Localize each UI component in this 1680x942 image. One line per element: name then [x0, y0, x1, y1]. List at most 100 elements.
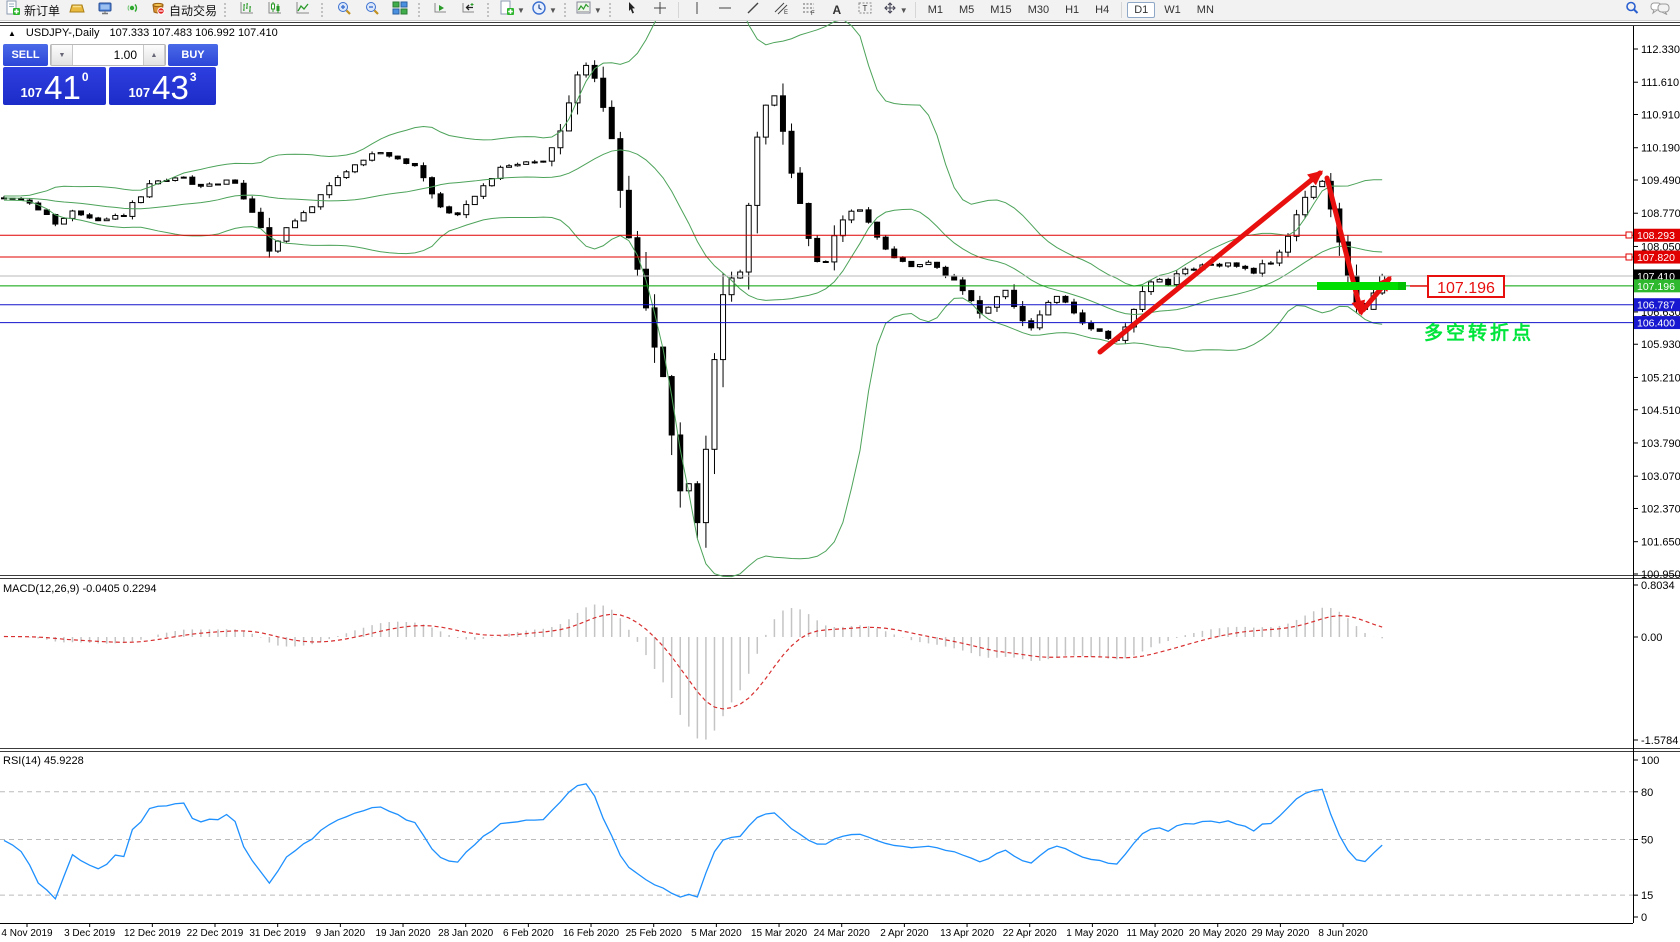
- candle-body: [1173, 273, 1180, 286]
- date-axis-label: 20 May 2020: [1189, 928, 1247, 939]
- ask-quote[interactable]: 107 43 3: [109, 67, 216, 105]
- bar-chart-button[interactable]: [233, 0, 261, 20]
- signals-button[interactable]: [119, 0, 147, 20]
- date-axis-label: 16 Feb 2020: [563, 928, 620, 939]
- timeframe-button-M1[interactable]: M1: [921, 2, 950, 18]
- candle-body: [968, 290, 975, 302]
- timeframe-button-M5[interactable]: M5: [952, 2, 981, 18]
- indicators-dropdown[interactable]: ▼: [573, 0, 605, 20]
- new-chart-dropdown[interactable]: ▼: [496, 0, 528, 20]
- price-axis-label: 101.650: [1641, 537, 1680, 549]
- line-chart-icon: [295, 0, 311, 21]
- candle-body: [1319, 180, 1326, 188]
- candle-body: [1028, 320, 1035, 329]
- zoom-in-icon: [336, 0, 352, 21]
- fibonacci-tool[interactable]: F: [795, 0, 823, 20]
- line-handle-marker: [1625, 253, 1633, 261]
- new-order-label: 新订单: [24, 3, 61, 18]
- horizontal-line-tool[interactable]: [711, 0, 739, 20]
- auto-scroll-button[interactable]: [427, 0, 455, 20]
- sell-button[interactable]: SELL: [3, 44, 48, 66]
- rsi-label: RSI(14) 45.9228: [3, 755, 84, 767]
- buy-button[interactable]: BUY: [168, 44, 218, 66]
- dropdown-arrow-icon: ▼: [517, 5, 525, 15]
- chart-canvas[interactable]: 112.330 111.610 110.910 110.190 109.490 108.7…: [0, 0, 1680, 942]
- chart-ohlc-values: 107.333 107.483 106.992 107.410: [109, 27, 278, 39]
- candle-body: [471, 195, 478, 206]
- volume-increase-button[interactable]: ▲: [143, 45, 165, 65]
- text-label-tool[interactable]: T: [851, 0, 879, 20]
- candle-body: [677, 434, 684, 492]
- candle-body: [1096, 328, 1103, 332]
- candle-body: [283, 227, 290, 242]
- candle-body: [1156, 278, 1163, 283]
- candle-body: [779, 95, 786, 132]
- rsi-axis-label: 15: [1641, 890, 1653, 902]
- tile-windows-button[interactable]: [386, 0, 414, 20]
- period-dropdown[interactable]: ▼: [528, 0, 560, 20]
- date-axis[interactable]: 4 Nov 2019 3 Dec 2019 12 Dec 2019 22 Dec 20…: [1, 923, 1368, 939]
- macd-axis[interactable]: 0.8034 0.00 -1.5784: [1633, 580, 1678, 747]
- date-axis-label: 4 Nov 2019: [1, 928, 53, 939]
- bid-quote[interactable]: 107 41 0: [3, 67, 106, 105]
- timeframe-button-M30[interactable]: M30: [1021, 2, 1056, 18]
- candle-body: [634, 237, 641, 270]
- chat-button[interactable]: [1646, 0, 1674, 20]
- candle-body: [959, 279, 966, 292]
- candlestick-chart-button[interactable]: [261, 0, 289, 20]
- bar-chart-icon: [239, 0, 255, 21]
- zoom-out-button[interactable]: [358, 0, 386, 20]
- trendline-tool[interactable]: [739, 0, 767, 20]
- date-axis-label: 5 Mar 2020: [691, 928, 742, 939]
- candle-body: [411, 162, 418, 167]
- timeframe-button-H4[interactable]: H4: [1088, 2, 1116, 18]
- timeframe-button-W1[interactable]: W1: [1157, 2, 1188, 18]
- candle-body: [1250, 267, 1257, 274]
- text-tool[interactable]: A: [823, 0, 851, 20]
- volume-decrease-button[interactable]: ▼: [51, 45, 73, 65]
- candle-body: [1190, 268, 1197, 271]
- timeframe-button-D1[interactable]: D1: [1127, 2, 1156, 18]
- candle-body: [497, 166, 504, 180]
- annotations[interactable]: 107.196 多空转折点: [1317, 231, 1633, 344]
- indicator-labels: MACD(12,26,9) -0.0405 0.2294 RSI(14) 45.9…: [3, 583, 156, 767]
- arrows-dropdown[interactable]: ▼: [879, 0, 911, 20]
- chat-bubbles-icon: [1650, 0, 1670, 21]
- crosshair-button[interactable]: [646, 0, 674, 20]
- candle-body: [343, 171, 350, 179]
- chart-shift-button[interactable]: [455, 0, 483, 20]
- timeframe-button-M15[interactable]: M15: [983, 2, 1018, 18]
- candle-body: [1216, 263, 1223, 267]
- channel-tool[interactable]: E: [767, 0, 795, 20]
- new-order-button[interactable]: 新订单: [2, 0, 63, 20]
- timeframe-button-MN[interactable]: MN: [1190, 2, 1221, 18]
- hosting-button[interactable]: [91, 0, 119, 20]
- toolbar-grip: [563, 3, 569, 17]
- rsi-axis[interactable]: 100 80 50 15 0: [1633, 755, 1659, 924]
- price-badge-label: 106.400: [1637, 318, 1675, 330]
- candle-body: [78, 210, 85, 216]
- volume-input[interactable]: 1.00: [73, 45, 143, 65]
- candle-body: [625, 189, 632, 239]
- line-chart-button[interactable]: [289, 0, 317, 20]
- vertical-line-tool[interactable]: [683, 0, 711, 20]
- cursor-button[interactable]: [618, 0, 646, 20]
- autotrading-label: 自动交易: [169, 3, 218, 18]
- timeframe-button-H1[interactable]: H1: [1058, 2, 1086, 18]
- candle-body: [608, 106, 615, 140]
- price-axis[interactable]: 112.330 111.610 110.910 110.190 109.490 108.7…: [1633, 44, 1680, 581]
- gold-button[interactable]: [63, 0, 91, 20]
- zoom-in-button[interactable]: [330, 0, 358, 20]
- candle-body: [1165, 278, 1172, 286]
- candle-body: [309, 206, 316, 214]
- search-button[interactable]: [1618, 0, 1646, 20]
- candle-body: [1088, 322, 1095, 330]
- autotrading-button[interactable]: 自动交易: [147, 0, 220, 20]
- one-click-trading-panel: SELL ▼ 1.00 ▲ BUY 107 41 0 107 43 3: [3, 44, 218, 105]
- chart-title-bar: ▲ USDJPY-,Daily 107.333 107.483 106.992 …: [8, 27, 278, 39]
- date-axis-label: 2 Apr 2020: [880, 928, 929, 939]
- candle-body: [694, 483, 701, 524]
- candle-body: [1053, 295, 1060, 303]
- date-axis-label: 22 Apr 2020: [1003, 928, 1057, 939]
- candle-body: [369, 153, 376, 161]
